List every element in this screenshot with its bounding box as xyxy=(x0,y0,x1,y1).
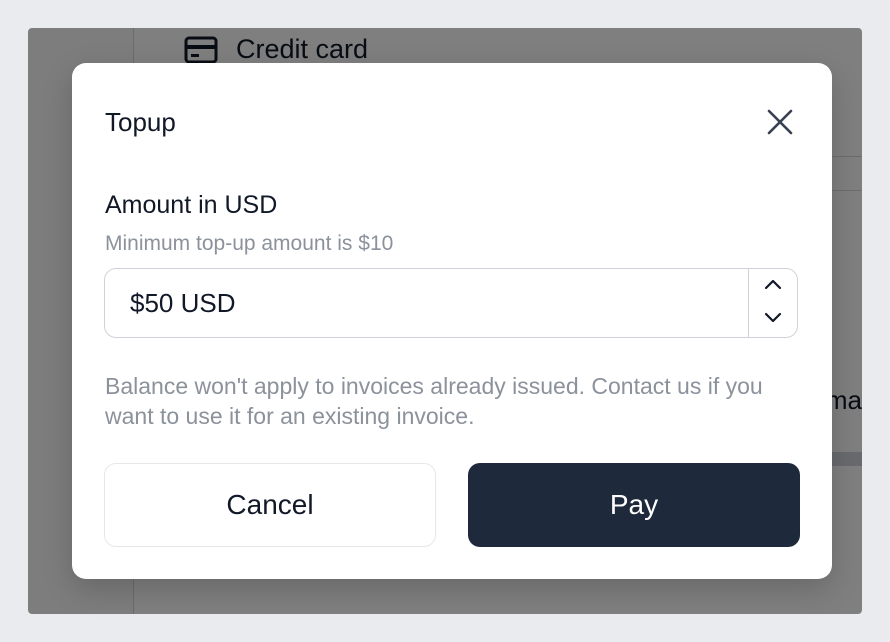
stepper-increment-button[interactable] xyxy=(749,269,797,303)
amount-hint: Minimum top-up amount is $10 xyxy=(105,232,394,255)
close-button[interactable] xyxy=(762,106,798,142)
stepper-decrement-button[interactable] xyxy=(749,303,797,337)
amount-label: Amount in USD xyxy=(105,191,278,219)
amount-stepper xyxy=(748,269,797,337)
dialog-title: Topup xyxy=(105,107,176,137)
topup-dialog: Topup Amount in USD Minimum top-up amoun… xyxy=(72,63,832,579)
close-icon xyxy=(767,109,793,140)
cancel-button[interactable]: Cancel xyxy=(104,463,436,547)
pay-button[interactable]: Pay xyxy=(468,463,800,547)
amount-input[interactable] xyxy=(130,269,710,337)
chevron-up-icon xyxy=(764,277,782,295)
amount-field xyxy=(104,268,798,338)
balance-note: Balance won't apply to invoices already … xyxy=(105,373,763,429)
chevron-down-icon xyxy=(764,311,782,329)
